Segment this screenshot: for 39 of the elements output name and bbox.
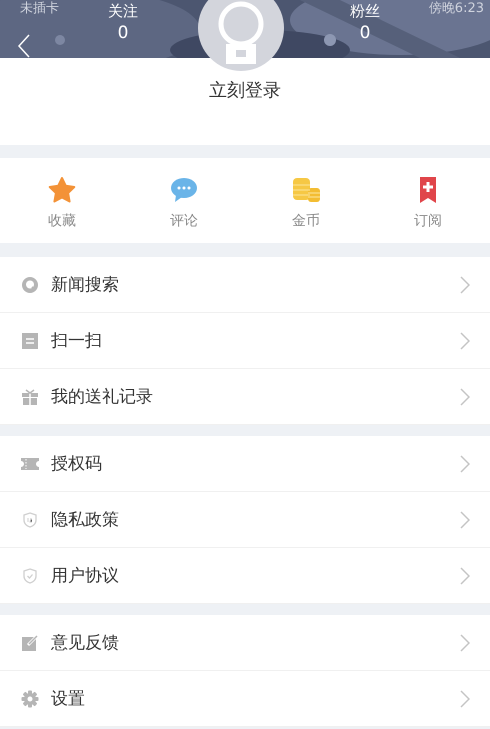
- shield-check-icon: [21, 566, 39, 584]
- chat-bubble-icon: [169, 176, 199, 204]
- settings-icon: [21, 690, 39, 708]
- chevron-right-icon: [460, 454, 470, 472]
- chevron-right-icon: [460, 388, 470, 406]
- gift-icon: [21, 388, 39, 406]
- shortcut-label[interactable]: 金币: [292, 212, 320, 230]
- chevron-right-icon: [460, 276, 470, 294]
- login-link[interactable]: 立刻登录: [209, 78, 281, 102]
- coins-icon: [291, 176, 321, 204]
- avatar-icon[interactable]: [198, 0, 284, 72]
- chevron-right-icon: [460, 332, 470, 350]
- menu-item[interactable]: 我的送礼记录: [0, 369, 490, 425]
- menu-item[interactable]: 新闻搜索: [0, 257, 490, 313]
- menu-item[interactable]: 设置: [0, 671, 490, 727]
- stat-label: 关注: [108, 1, 138, 22]
- chevron-right-icon: [460, 510, 470, 528]
- search-icon: [21, 276, 39, 294]
- stat-label: 粉丝: [350, 1, 380, 22]
- shield-icon: [21, 510, 39, 528]
- menu-item[interactable]: 扫一扫: [0, 313, 490, 369]
- shortcut-label[interactable]: 收藏: [48, 212, 76, 230]
- menu-item[interactable]: 授权码: [0, 436, 490, 492]
- chevron-right-icon: [460, 566, 470, 584]
- chevron-right-icon: [460, 690, 470, 708]
- carrier-text: 未插卡: [20, 0, 59, 18]
- back-icon[interactable]: [17, 34, 31, 58]
- menu-item[interactable]: 用户协议: [0, 548, 490, 604]
- star-icon: [47, 176, 77, 204]
- shortcut-label[interactable]: 评论: [170, 212, 198, 230]
- clock-text: 傍晚6:23: [428, 0, 484, 18]
- shortcut-label[interactable]: 订阅: [414, 212, 442, 230]
- stat-count: 0: [360, 22, 370, 44]
- stat-count: 0: [118, 22, 128, 44]
- edit-icon: [21, 634, 39, 652]
- scan-icon: [21, 332, 39, 350]
- chevron-right-icon: [460, 634, 470, 652]
- menu-item[interactable]: 隐私政策: [0, 492, 490, 548]
- menu-item[interactable]: 意见反馈: [0, 615, 490, 671]
